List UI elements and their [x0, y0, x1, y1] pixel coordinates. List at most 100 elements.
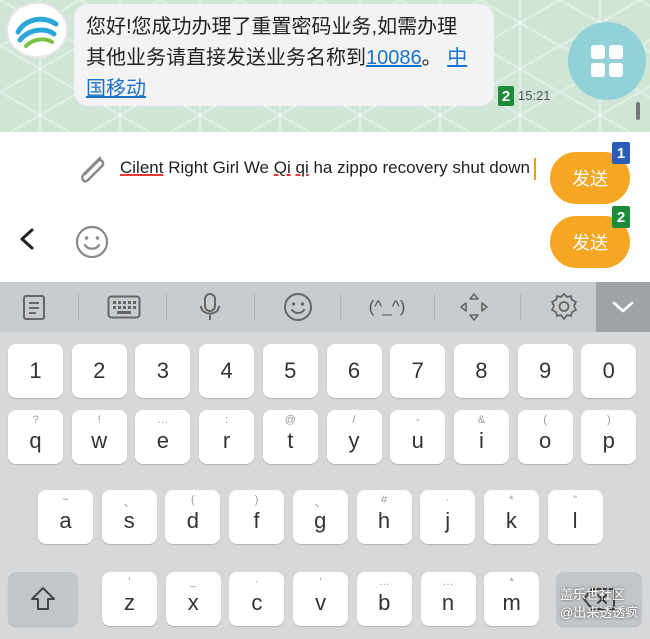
watermark-line-2: @出来透透疯 [560, 605, 639, 620]
key-f[interactable]: ) f [229, 490, 285, 544]
key-hint: · [255, 576, 259, 588]
key-4[interactable]: 4 [199, 344, 255, 398]
key-hint: * [509, 576, 514, 588]
keyboard-toolbar: (^_^) [0, 282, 650, 332]
microphone-icon [200, 293, 220, 320]
key-9[interactable]: 9 [517, 344, 573, 398]
key-label: x [187, 590, 199, 615]
key-hint: … [442, 576, 454, 588]
key-t[interactable]: @ t [262, 410, 318, 464]
key-d[interactable]: (d [165, 490, 221, 544]
china-mobile-link-part1[interactable]: 中 [447, 47, 467, 69]
key-y[interactable]: / y [326, 410, 382, 464]
key-label: b [378, 590, 391, 615]
key-label: 8 [475, 358, 488, 383]
key-n[interactable]: … n [420, 572, 476, 626]
emoji-panel-button[interactable] [274, 282, 322, 332]
key-0[interactable]: 0 [581, 344, 637, 398]
message-bubble[interactable]: 您好!您成功办理了重置密码业务,如需办理 其他业务请直接发送业务名称到10086… [74, 4, 494, 106]
key-r[interactable]: :r [199, 410, 255, 464]
key-label: l [572, 508, 578, 533]
key-j[interactable]: · j [420, 490, 476, 544]
number-link[interactable]: 10086 [366, 47, 422, 69]
keyboard-icon [107, 295, 141, 319]
key-p[interactable]: ) p [581, 410, 637, 464]
key-hint: ) [254, 494, 259, 506]
keyboard-layout-button[interactable] [96, 282, 152, 332]
attachment-clip-icon[interactable] [72, 150, 112, 190]
key-2[interactable]: 2 [71, 344, 127, 398]
key-m[interactable]: * m [484, 572, 540, 626]
toolbar-divider [254, 294, 255, 320]
compose-word: zippo [337, 158, 378, 177]
key-hint: : [225, 414, 229, 426]
compose-word: qi [295, 158, 309, 177]
key-q[interactable]: ? q [8, 410, 63, 464]
key-6[interactable]: 6 [326, 344, 382, 398]
key-3[interactable]: 3 [135, 344, 191, 398]
key-label: z [124, 590, 135, 615]
key-h[interactable]: # h [356, 490, 412, 544]
key-e[interactable]: … e [135, 410, 191, 464]
key-i[interactable]: & i [453, 410, 509, 464]
emoji-button-icon[interactable] [74, 224, 110, 260]
key-label: g [314, 508, 327, 533]
key-u[interactable]: -u [390, 410, 446, 464]
key-label: 3 [156, 358, 170, 383]
key-s[interactable]: 、 s [101, 490, 157, 544]
key-k[interactable]: * k [483, 490, 539, 544]
key-l[interactable]: " l [547, 490, 603, 544]
key-hint: _ [190, 576, 197, 588]
key-x[interactable]: _ x [165, 572, 221, 626]
sim1-badge: 1 [612, 142, 630, 164]
key-label: m [502, 590, 521, 615]
toolbar-divider [166, 294, 167, 320]
key-5[interactable]: 5 [262, 344, 318, 398]
key-a[interactable]: ~ a [38, 490, 93, 544]
key-w[interactable]: ! w [71, 410, 127, 464]
key-b[interactable]: … b [356, 572, 412, 626]
key-label: 5 [284, 358, 297, 383]
key-label: h [377, 508, 391, 533]
compose-area: Cilent Right Girl We Qi qi ha zippo reco… [0, 132, 650, 282]
floating-menu-button[interactable] [568, 22, 646, 100]
key-g[interactable]: 、 g [292, 490, 348, 544]
settings-button[interactable] [540, 282, 588, 332]
cursor-move-button[interactable] [450, 282, 498, 332]
key-label: c [251, 590, 263, 615]
voice-input-button[interactable] [186, 282, 234, 332]
collapse-keyboard-button[interactable] [596, 282, 650, 332]
china-mobile-avatar[interactable] [6, 2, 68, 58]
key-label: n [441, 590, 455, 615]
key-8[interactable]: 8 [453, 344, 509, 398]
key-label: v [315, 590, 327, 615]
compose-word: Qi [273, 158, 291, 177]
china-mobile-link-part2[interactable]: 国移动 [86, 78, 146, 100]
key-1[interactable]: 1 [8, 344, 63, 398]
shift-key[interactable] [8, 572, 78, 626]
key-o[interactable]: (o [517, 410, 573, 464]
key-hint: ( [191, 494, 195, 506]
key-label: p [602, 428, 615, 453]
key-hint: " [573, 494, 578, 506]
key-label: 9 [538, 358, 552, 383]
key-hint: · [445, 494, 450, 506]
back-chevron-icon[interactable] [16, 224, 40, 254]
cursor-move-icon [460, 293, 488, 321]
key-hint: # [380, 494, 388, 506]
key-v[interactable]: ‘v [293, 572, 349, 626]
key-c[interactable]: · c [229, 572, 285, 626]
message-input[interactable]: Cilent Right Girl We Qi qi ha zippo reco… [120, 152, 540, 183]
sim2-badge: 2 [498, 86, 514, 106]
key-7[interactable]: 7 [390, 344, 446, 398]
key-hint: * [509, 494, 514, 506]
scrollbar[interactable] [636, 102, 640, 120]
key-label: o [538, 428, 552, 453]
clipboard-button[interactable] [10, 282, 58, 332]
key-label: 0 [602, 358, 615, 383]
key-label: 2 [93, 358, 106, 383]
key-z[interactable]: ' z [102, 572, 157, 626]
key-label: t [287, 428, 294, 453]
kaomoji-button[interactable]: (^_^) [352, 282, 422, 332]
chevron-down-icon [612, 301, 634, 313]
